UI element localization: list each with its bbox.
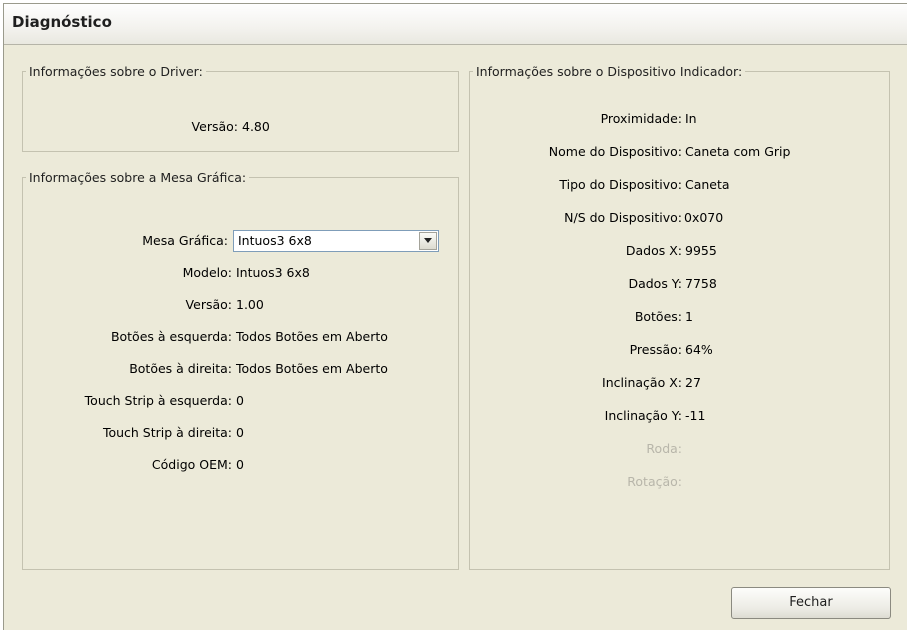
- data-x-row: Dados X: 9955: [470, 241, 889, 261]
- tablet-select-dropdown[interactable]: Intuos3 6x8: [233, 230, 439, 252]
- tablet-model-row: Modelo: Intuos3 6x8: [23, 263, 458, 283]
- tilt-x-row: Inclinação X: 27: [470, 373, 889, 393]
- tablet-info-legend: Informações sobre a Mesa Gráfica:: [29, 170, 247, 185]
- driver-info-legend: Informações sobre o Driver:: [29, 64, 203, 79]
- left-touchstrip-label: Touch Strip à esquerda:: [84, 393, 232, 408]
- right-buttons-row: Botões à direita: Todos Botões em Aberto: [23, 359, 458, 379]
- proximity-label: Proximidade:: [600, 111, 682, 126]
- pressure-value: 64%: [685, 342, 713, 357]
- device-type-value: Caneta: [685, 177, 730, 192]
- tilt-x-label: Inclinação X:: [602, 375, 682, 390]
- tablet-model-label: Modelo:: [182, 265, 232, 280]
- window-title: Diagnóstico: [12, 13, 112, 31]
- oem-code-row: Código OEM: 0: [23, 455, 458, 475]
- device-name-value: Caneta com Grip: [685, 144, 791, 159]
- driver-info-group: Informações sobre o Driver: Versão: 4.80: [22, 64, 459, 152]
- pointer-buttons-value: 1: [685, 309, 693, 324]
- tilt-y-row: Inclinação Y: -11: [470, 406, 889, 426]
- right-touchstrip-label: Touch Strip à direita:: [102, 425, 232, 440]
- close-button[interactable]: Fechar: [731, 587, 891, 619]
- tablet-version-row: Versão: 1.00: [23, 295, 458, 315]
- tilt-y-label: Inclinação Y:: [604, 408, 682, 423]
- device-serial-row: N/S do Dispositivo: 0x070: [470, 208, 889, 228]
- tablet-info-group: Informações sobre a Mesa Gráfica: Mesa G…: [22, 170, 459, 570]
- tablet-version-label: Versão:: [185, 297, 232, 312]
- driver-version-value: 4.80: [242, 119, 270, 134]
- data-y-row: Dados Y: 7758: [470, 274, 889, 294]
- left-touchstrip-row: Touch Strip à esquerda: 0: [23, 391, 458, 411]
- device-type-label: Tipo do Dispositivo:: [559, 177, 682, 192]
- data-x-value: 9955: [685, 243, 717, 258]
- driver-version-row: Versão: 4.80: [23, 117, 458, 137]
- tablet-version-value: 1.00: [236, 297, 264, 312]
- data-y-value: 7758: [685, 276, 717, 291]
- title-bar: Diagnóstico: [4, 4, 907, 45]
- proximity-value: In: [685, 111, 697, 126]
- tablet-select-label: Mesa Gráfica:: [142, 233, 228, 248]
- wheel-row: Roda:: [470, 439, 889, 459]
- left-buttons-label: Botões à esquerda:: [110, 329, 232, 344]
- rotation-row: Rotação:: [470, 472, 889, 492]
- data-x-label: Dados X:: [625, 243, 682, 258]
- left-buttons-value: Todos Botões em Aberto: [236, 329, 388, 344]
- tilt-x-value: 27: [685, 375, 701, 390]
- right-buttons-value: Todos Botões em Aberto: [236, 361, 388, 376]
- tablet-select-value: Intuos3 6x8: [238, 233, 312, 248]
- oem-code-value: 0: [236, 457, 244, 472]
- oem-code-label: Código OEM:: [151, 457, 232, 472]
- rotation-label: Rotação:: [627, 474, 682, 489]
- tilt-y-value: -11: [685, 408, 706, 423]
- driver-version-label: Versão:: [191, 119, 238, 134]
- device-name-row: Nome do Dispositivo: Caneta com Grip: [470, 142, 889, 162]
- pressure-row: Pressão: 64%: [470, 340, 889, 360]
- device-name-label: Nome do Dispositivo:: [548, 144, 682, 159]
- wheel-label: Roda:: [646, 441, 682, 456]
- right-touchstrip-row: Touch Strip à direita: 0: [23, 423, 458, 443]
- pointer-device-group: Informações sobre o Dispositivo Indicado…: [469, 64, 890, 570]
- device-type-row: Tipo do Dispositivo: Caneta: [470, 175, 889, 195]
- tablet-model-value: Intuos3 6x8: [236, 265, 310, 280]
- device-serial-label: N/S do Dispositivo:: [564, 210, 682, 225]
- diagnostics-window: Diagnóstico Informações sobre o Driver: …: [3, 3, 907, 630]
- left-touchstrip-value: 0: [236, 393, 244, 408]
- pointer-device-legend: Informações sobre o Dispositivo Indicado…: [476, 64, 743, 79]
- right-touchstrip-value: 0: [236, 425, 244, 440]
- pointer-buttons-label: Botões:: [634, 309, 682, 324]
- pressure-label: Pressão:: [629, 342, 682, 357]
- data-y-label: Dados Y:: [628, 276, 682, 291]
- right-buttons-label: Botões à direita:: [129, 361, 232, 376]
- pointer-buttons-row: Botões: 1: [470, 307, 889, 327]
- proximity-row: Proximidade: In: [470, 109, 889, 129]
- device-serial-value: 0x070: [684, 210, 724, 225]
- left-buttons-row: Botões à esquerda: Todos Botões em Abert…: [23, 327, 458, 347]
- chevron-down-icon[interactable]: [419, 232, 437, 250]
